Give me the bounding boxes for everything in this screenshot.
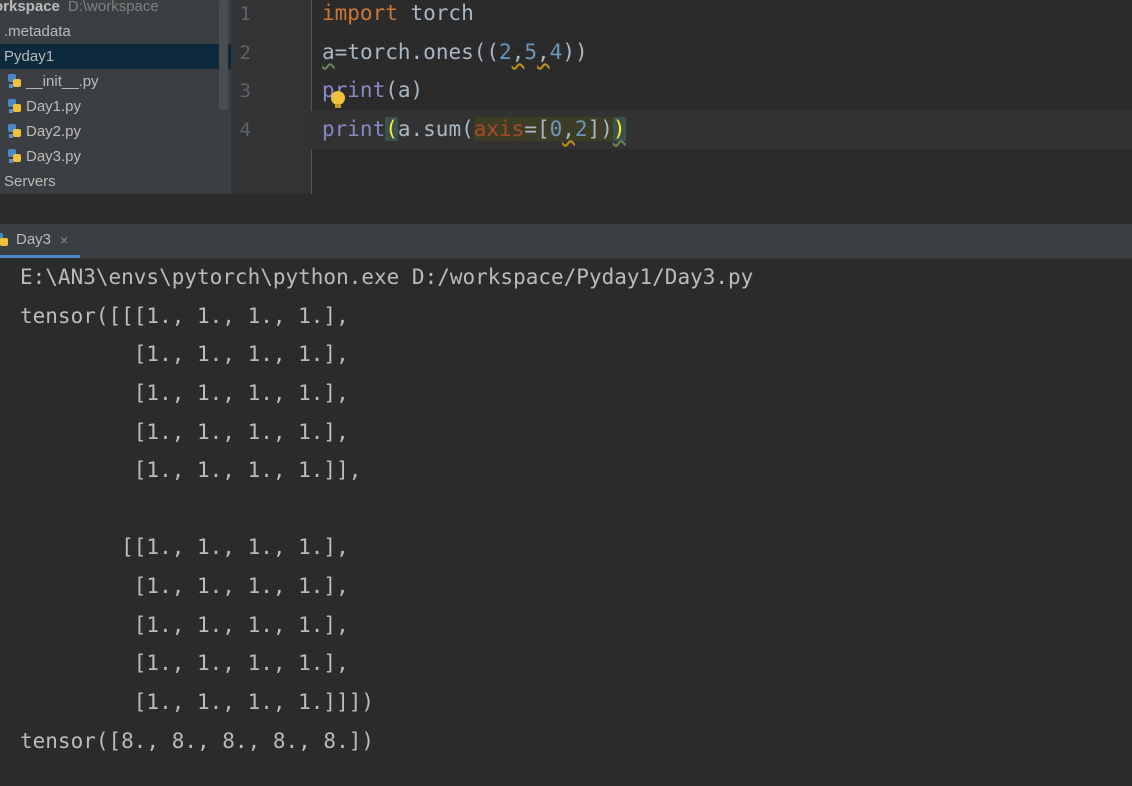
code-editor[interactable]: 1 2 3 4 import torch a=torch.ones((2,5,4… <box>231 0 1132 194</box>
python-file-icon <box>8 149 21 163</box>
tree-item-servers[interactable]: Servers <box>4 169 56 194</box>
number-literal: 2 <box>499 40 512 64</box>
code-text: a <box>322 40 335 64</box>
code-text: (a) <box>385 78 424 102</box>
tree-item-init-py[interactable]: __init__.py <box>7 69 99 94</box>
python-file-icon <box>8 74 21 88</box>
console-line: [1., 1., 1., 1.], <box>20 342 349 366</box>
project-root-path: D:\workspace <box>67 0 159 15</box>
code-line-2: a=torch.ones((2,5,4)) <box>322 40 588 64</box>
tree-scrollbar[interactable] <box>219 0 228 110</box>
tree-item-label: .metadata <box>4 23 71 40</box>
console-line: [1., 1., 1., 1.], <box>20 613 349 637</box>
number-literal: 2 <box>574 117 588 141</box>
code-text: ]) <box>587 117 613 141</box>
tree-item-day1-py[interactable]: Day1.py <box>7 94 81 119</box>
tree-item-day2-py[interactable]: Day2.py <box>7 119 81 144</box>
python-file-icon <box>0 232 8 246</box>
run-tab-day3[interactable]: Day3 × <box>0 224 81 258</box>
tree-item-label: Pyday1 <box>4 48 55 65</box>
run-console[interactable]: E:\AN3\envs\pytorch\python.exe D:/worksp… <box>0 259 1132 786</box>
builtin-print: print <box>322 117 386 141</box>
code-line-1: import torch <box>322 1 474 25</box>
console-line: [1., 1., 1., 1.]], <box>20 458 362 482</box>
tree-item-metadata[interactable]: .metadata <box>4 19 71 44</box>
number-literal: 5 <box>524 40 537 64</box>
console-line: [1., 1., 1., 1.], <box>20 420 349 444</box>
run-toolwindow-header: Day3 × <box>0 224 1132 259</box>
tree-item-label: Day2.py <box>26 123 82 140</box>
close-icon[interactable]: × <box>60 232 68 248</box>
matched-brace: ) <box>612 117 626 141</box>
number-literal: 0 <box>549 117 563 141</box>
console-line: [[1., 1., 1., 1.], <box>20 535 349 559</box>
code-line-4: print(a.sum(axis=[0,2])) <box>322 117 626 141</box>
tree-item-label: Day1.py <box>26 98 82 115</box>
python-file-icon <box>8 99 21 113</box>
code-text: torch <box>397 1 474 25</box>
python-file-icon <box>8 124 21 138</box>
code-text: , <box>562 117 575 141</box>
matched-brace: ( <box>385 117 398 141</box>
tree-item-pyday1[interactable]: Pyday1 <box>0 44 231 69</box>
project-root[interactable]: orkspace D:\workspace <box>0 0 159 19</box>
tree-item-day3-py[interactable]: Day3.py <box>7 144 81 169</box>
line-number: 4 <box>239 119 251 141</box>
tree-item-label: Servers <box>4 173 56 190</box>
console-line: [1., 1., 1., 1.], <box>20 381 349 405</box>
code-text: = <box>334 40 348 64</box>
tree-item-label: Day3.py <box>26 148 82 165</box>
code-text: , <box>511 40 525 64</box>
line-number: 1 <box>239 3 251 25</box>
number-literal: 4 <box>549 40 563 64</box>
code-text: , <box>537 40 550 64</box>
console-line: tensor([8., 8., 8., 8., 8.]) <box>20 729 375 753</box>
lightbulb-icon[interactable] <box>331 91 345 108</box>
code-text: =[ <box>524 117 550 141</box>
console-line: tensor([[[1., 1., 1., 1.], <box>20 304 349 328</box>
keyword-import: import <box>322 1 398 25</box>
code-text: )) <box>562 40 588 64</box>
editor-bottom-area <box>0 194 1132 224</box>
console-line: E:\AN3\envs\pytorch\python.exe D:/worksp… <box>20 265 754 289</box>
line-number-gutter: 1 2 3 4 <box>231 0 311 194</box>
line-number: 3 <box>239 80 251 102</box>
code-text: torch.ones(( <box>347 40 500 64</box>
project-tree: orkspace D:\workspace .metadata Pyday1 __… <box>0 0 231 224</box>
code-text: a.sum( <box>397 117 474 141</box>
tree-item-label: __init__.py <box>26 73 99 90</box>
project-root-name: orkspace <box>0 0 60 15</box>
gutter-divider <box>311 0 312 194</box>
console-line: [1., 1., 1., 1.]]]) <box>20 690 375 714</box>
run-tab-label: Day3 <box>16 231 52 248</box>
console-line: [1., 1., 1., 1.], <box>20 651 349 675</box>
param-name: axis <box>473 117 525 141</box>
console-line: [1., 1., 1., 1.], <box>20 574 349 598</box>
line-number: 2 <box>239 42 251 64</box>
